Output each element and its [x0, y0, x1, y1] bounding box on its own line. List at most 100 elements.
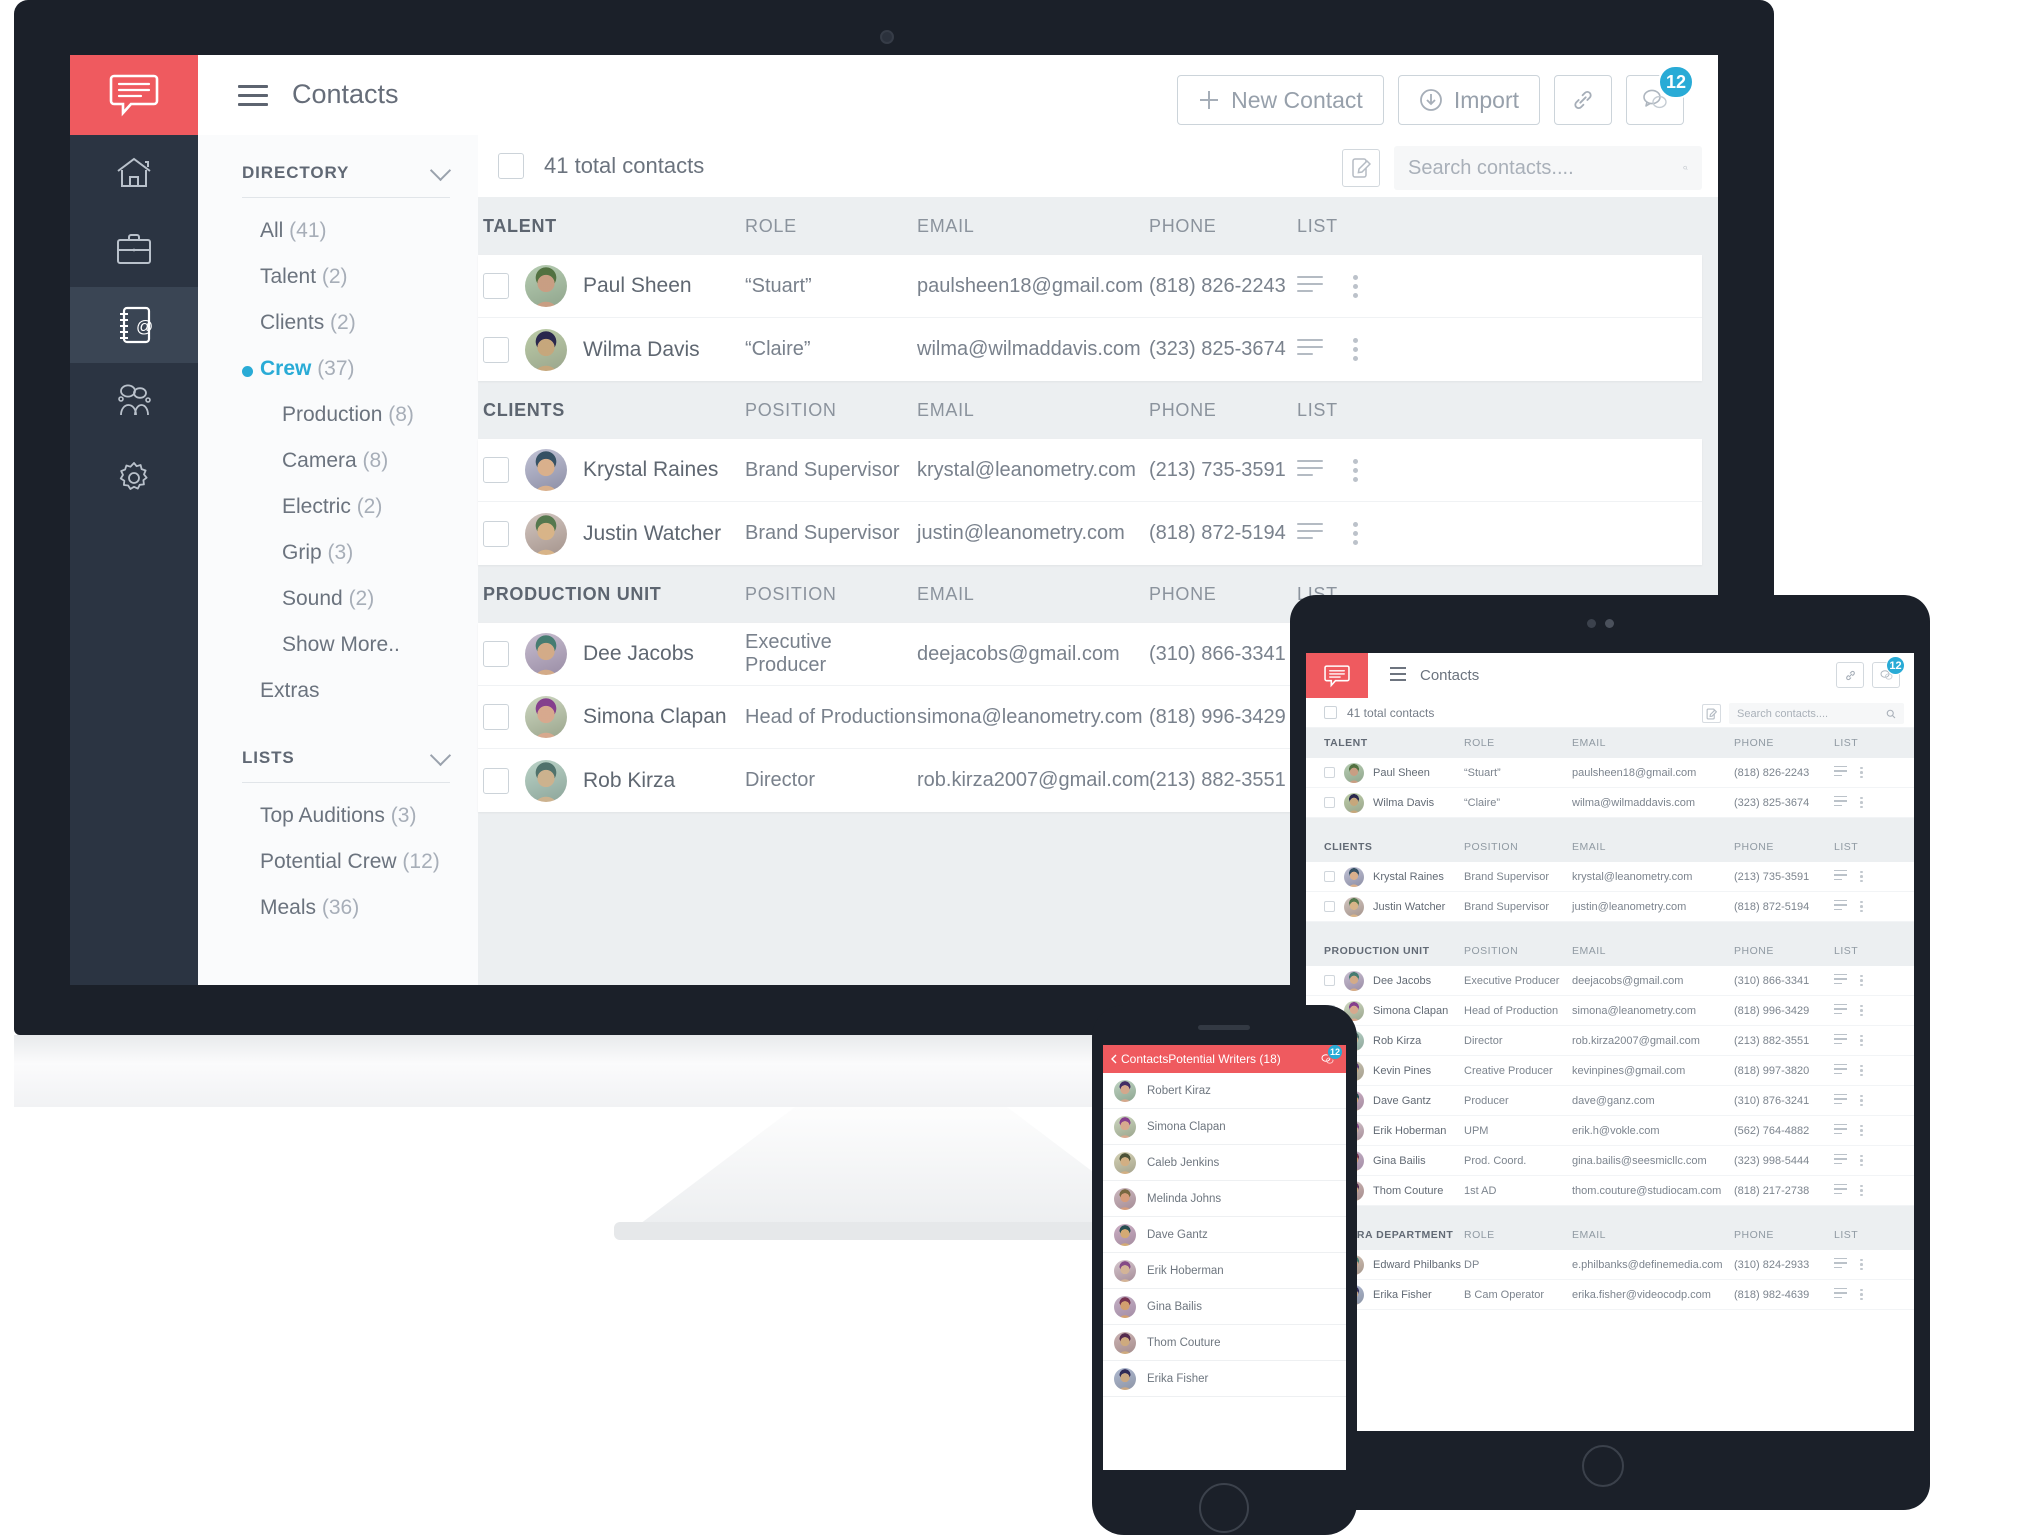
table-row[interactable]: Paul Sheen “Stuart” paulsheen18@gmail.com (…: [478, 255, 1702, 318]
tablet-table-row[interactable]: Gina Bailis Prod. Coord. gina.bailis@seesm…: [1306, 1146, 1914, 1176]
row-menu-icon[interactable]: [1860, 900, 1863, 913]
add-to-list-icon[interactable]: [1297, 275, 1323, 297]
add-to-list-icon[interactable]: [1834, 973, 1847, 987]
row-menu-icon[interactable]: [1860, 1094, 1863, 1107]
row-menu-icon[interactable]: [1860, 796, 1863, 809]
phone-list-item[interactable]: Thom Couture: [1103, 1325, 1346, 1361]
chevron-down-icon[interactable]: [429, 159, 452, 182]
list-item-potential-crew[interactable]: Potential Crew (12): [198, 839, 478, 885]
menu-toggle-button[interactable]: [238, 85, 268, 112]
add-to-list-icon[interactable]: [1834, 1063, 1847, 1077]
directory-header[interactable]: DIRECTORY: [198, 135, 478, 183]
directory-item-all[interactable]: All (41): [198, 208, 478, 254]
table-row[interactable]: Justin Watcher Brand Supervisor justin@lea…: [478, 502, 1702, 565]
add-to-list-icon[interactable]: [1834, 1287, 1847, 1301]
tablet-row-checkbox[interactable]: [1324, 975, 1335, 986]
row-checkbox[interactable]: [483, 767, 509, 794]
row-menu-icon[interactable]: [1860, 1004, 1863, 1017]
add-to-list-icon[interactable]: [1834, 1257, 1847, 1271]
phone-list-item[interactable]: Gina Bailis: [1103, 1289, 1346, 1325]
row-checkbox[interactable]: [483, 641, 509, 667]
row-menu-icon[interactable]: [1860, 1124, 1863, 1137]
tablet-table-row[interactable]: Justin Watcher Brand Supervisor justin@lea…: [1306, 892, 1914, 922]
tablet-table-row[interactable]: Paul Sheen “Stuart” paulsheen18@gmail.com (…: [1306, 758, 1914, 788]
phone-list-item[interactable]: Erika Fisher: [1103, 1361, 1346, 1397]
phone-list-item[interactable]: Melinda Johns: [1103, 1181, 1346, 1217]
add-to-list-icon[interactable]: [1834, 1153, 1847, 1167]
tablet-link-button[interactable]: [1836, 662, 1864, 688]
add-to-list-icon[interactable]: [1834, 795, 1847, 809]
tablet-table-row[interactable]: Erika Fisher B Cam Operator erika.fisher@v…: [1306, 1280, 1914, 1310]
directory-item-talent[interactable]: Talent (2): [198, 254, 478, 300]
directory-item-clients[interactable]: Clients (2): [198, 300, 478, 346]
directory-item-electric[interactable]: Electric (2): [198, 484, 478, 530]
row-menu-icon[interactable]: [1353, 338, 1358, 361]
sidebar-item-home[interactable]: [70, 135, 198, 211]
phone-back-button[interactable]: Contacts: [1111, 1052, 1168, 1066]
row-checkbox[interactable]: [483, 336, 509, 363]
tablet-app-logo[interactable]: [1306, 653, 1368, 698]
tablet-select-all-checkbox[interactable]: [1324, 706, 1337, 719]
messages-button[interactable]: 12: [1626, 65, 1694, 125]
phone-home-button[interactable]: [1199, 1483, 1249, 1533]
tablet-row-checkbox[interactable]: [1324, 767, 1335, 778]
row-menu-icon[interactable]: [1860, 766, 1863, 779]
row-menu-icon[interactable]: [1860, 1258, 1863, 1271]
list-item-top-auditions[interactable]: Top Auditions (3): [198, 793, 478, 839]
phone-list-item[interactable]: Dave Gantz: [1103, 1217, 1346, 1253]
directory-item-camera[interactable]: Camera (8): [198, 438, 478, 484]
search-box[interactable]: [1394, 146, 1702, 190]
lists-header[interactable]: LISTS: [198, 714, 478, 768]
sidebar-item-projects[interactable]: [70, 211, 198, 287]
row-checkbox[interactable]: [483, 457, 509, 483]
add-to-list-icon[interactable]: [1297, 459, 1323, 481]
tablet-table-row[interactable]: Erik Hoberman UPM erik.h@vokle.com (562) 76…: [1306, 1116, 1914, 1146]
directory-item-show-more[interactable]: Show More..: [198, 622, 478, 668]
row-menu-icon[interactable]: [1860, 870, 1863, 883]
directory-item-crew[interactable]: Crew (37): [198, 346, 478, 392]
tablet-table-row[interactable]: Krystal Raines Brand Supervisor krystal@le…: [1306, 862, 1914, 892]
list-item-meals[interactable]: Meals (36): [198, 885, 478, 931]
phone-list-item[interactable]: Caleb Jenkins: [1103, 1145, 1346, 1181]
tablet-row-checkbox[interactable]: [1324, 901, 1335, 912]
row-menu-icon[interactable]: [1860, 1184, 1863, 1197]
link-button[interactable]: [1554, 75, 1612, 125]
app-logo[interactable]: [70, 55, 198, 135]
add-to-list-icon[interactable]: [1834, 899, 1847, 913]
row-menu-icon[interactable]: [1860, 1034, 1863, 1047]
tablet-table-row[interactable]: Dee Jacobs Executive Producer deejacobs@gm…: [1306, 966, 1914, 996]
sidebar-item-contacts[interactable]: @: [70, 287, 198, 363]
phone-messages-button[interactable]: 12: [1317, 1045, 1343, 1069]
row-menu-icon[interactable]: [1353, 274, 1358, 298]
import-button[interactable]: Import: [1397, 75, 1540, 125]
add-to-list-icon[interactable]: [1297, 523, 1323, 544]
row-checkbox[interactable]: [483, 704, 509, 730]
tablet-table-row[interactable]: Edward Philbanks DP e.philbanks@definemedi…: [1306, 1250, 1914, 1280]
add-to-list-icon[interactable]: [1834, 765, 1847, 779]
phone-list-item[interactable]: Robert Kiraz: [1103, 1073, 1346, 1109]
table-row[interactable]: Krystal Raines Brand Supervisor krystal@le…: [478, 439, 1702, 502]
row-menu-icon[interactable]: [1353, 458, 1358, 482]
tablet-table-row[interactable]: Wilma Davis “Claire” wilma@wilmaddavis.com…: [1306, 788, 1914, 818]
directory-item-sound[interactable]: Sound (2): [198, 576, 478, 622]
tablet-menu-button[interactable]: [1390, 666, 1406, 685]
row-menu-icon[interactable]: [1860, 1154, 1863, 1167]
new-contact-button[interactable]: New Contact: [1177, 75, 1384, 125]
tablet-table-row[interactable]: Dave Gantz Producer dave@ganz.com (310) 876…: [1306, 1086, 1914, 1116]
tablet-row-checkbox[interactable]: [1324, 797, 1335, 808]
add-to-list-icon[interactable]: [1834, 1183, 1847, 1197]
note-button[interactable]: [1342, 149, 1380, 187]
row-menu-icon[interactable]: [1860, 974, 1863, 987]
add-to-list-icon[interactable]: [1834, 1003, 1847, 1017]
row-menu-icon[interactable]: [1353, 522, 1358, 545]
tablet-home-button[interactable]: [1582, 1445, 1624, 1487]
add-to-list-icon[interactable]: [1834, 1093, 1847, 1107]
directory-item-extras[interactable]: Extras: [198, 668, 478, 714]
add-to-list-icon[interactable]: [1834, 869, 1847, 883]
sidebar-item-team[interactable]: [70, 363, 198, 439]
tablet-note-button[interactable]: [1702, 704, 1721, 723]
phone-list-item[interactable]: Erik Hoberman: [1103, 1253, 1346, 1289]
tablet-row-checkbox[interactable]: [1324, 871, 1335, 882]
select-all-checkbox[interactable]: [498, 153, 524, 179]
chevron-down-icon[interactable]: [429, 744, 452, 767]
